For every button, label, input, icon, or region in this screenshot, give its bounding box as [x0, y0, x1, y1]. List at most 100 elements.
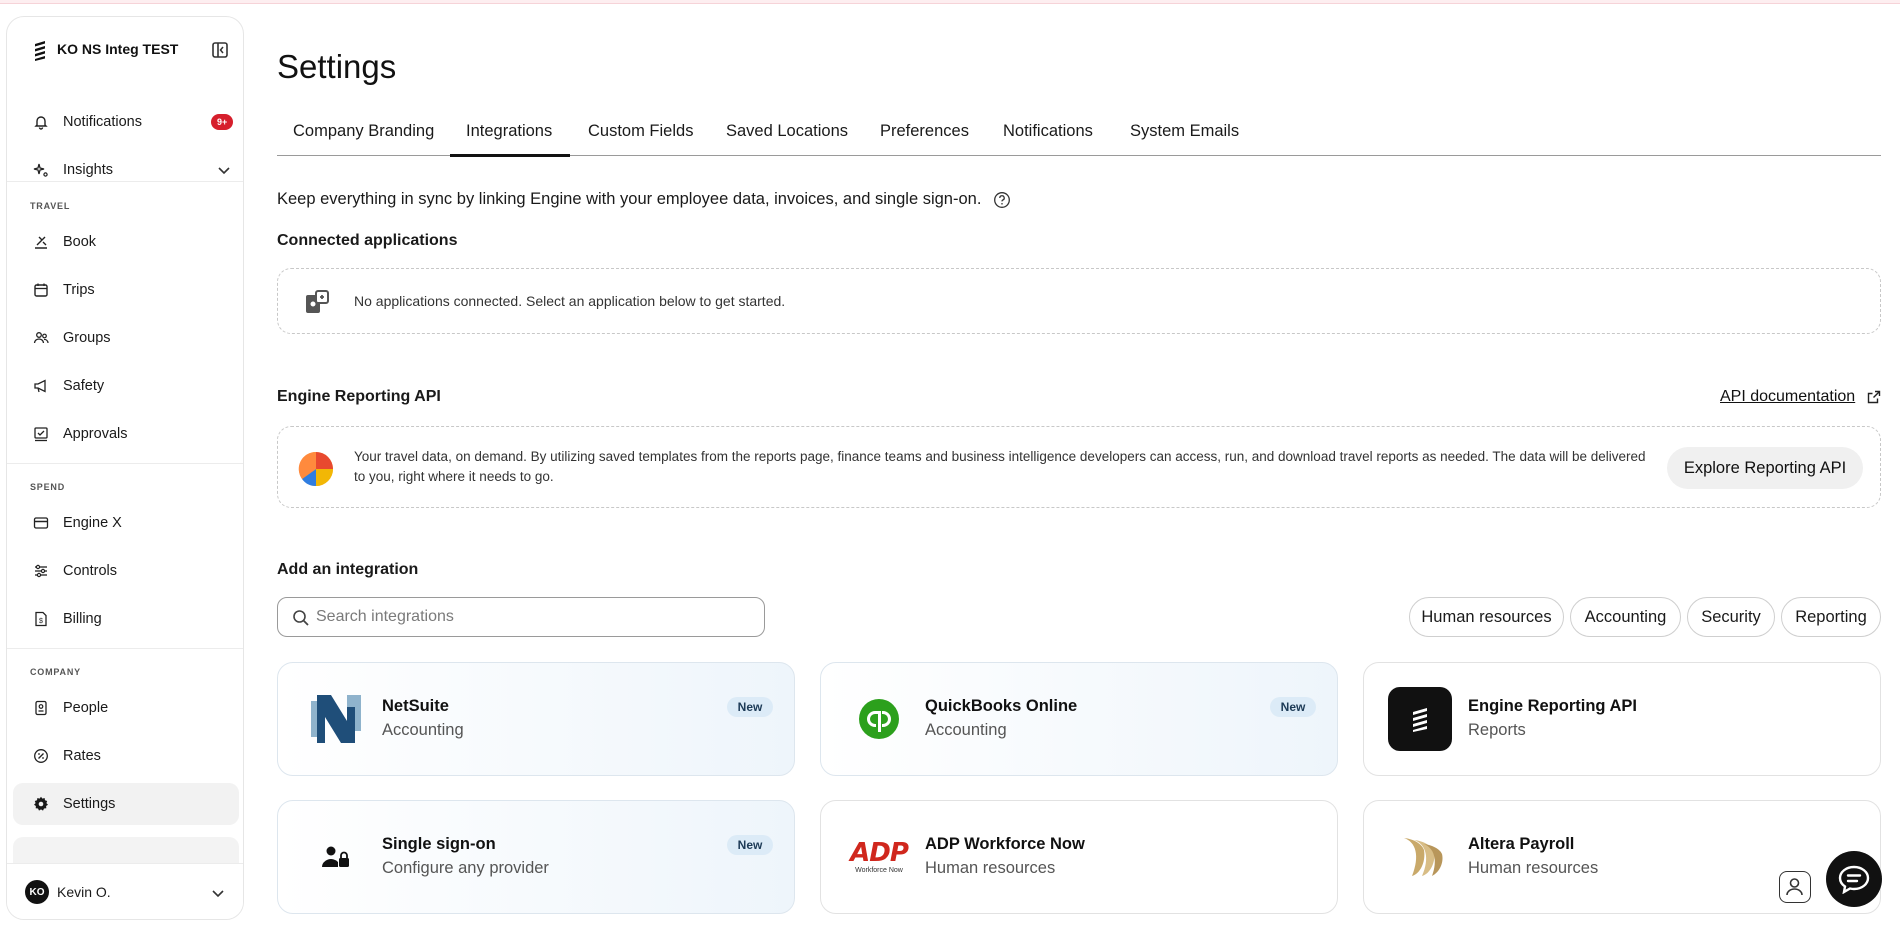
gear-icon — [34, 796, 48, 811]
integration-name: Engine Reporting API — [1468, 697, 1637, 715]
credit-card-icon — [33, 517, 49, 529]
quickbooks-logo — [851, 691, 907, 747]
settings-tabs: Company Branding Integrations Custom Fie… — [277, 110, 1881, 157]
sidebar-item-label: Settings — [63, 796, 116, 812]
sidebar-item-settings[interactable]: Settings — [13, 783, 239, 825]
invoice-icon: $ — [35, 611, 47, 627]
airplane-icon — [35, 236, 47, 249]
notification-count-badge: 9+ — [211, 114, 234, 130]
reporting-api-description: Your travel data, on demand. By utilizin… — [354, 449, 1646, 484]
integration-name: QuickBooks Online — [925, 697, 1078, 715]
filter-reporting[interactable]: Reporting — [1781, 597, 1881, 637]
filter-security[interactable]: Security — [1687, 597, 1775, 637]
integration-card-netsuite[interactable]: NetSuite Accounting New — [277, 662, 795, 776]
sidebar-item-insights[interactable]: Insights — [13, 149, 239, 191]
integration-name: NetSuite — [382, 697, 449, 715]
company-name[interactable]: KO NS Integ TEST — [57, 41, 178, 57]
sidebar-divider — [7, 181, 243, 182]
sidebar-item-label: Trips — [63, 282, 95, 298]
sidebar-item-safety[interactable]: Safety — [13, 365, 239, 407]
adp-logo-subtext: Workforce Now — [855, 866, 903, 874]
user-name: Kevin O. — [57, 884, 111, 900]
svg-text:$: $ — [39, 618, 43, 625]
chevron-down-icon[interactable] — [211, 886, 225, 900]
integration-name: ADP Workforce Now — [925, 835, 1085, 853]
integration-card-quickbooks[interactable]: QuickBooks Online Accounting New — [820, 662, 1338, 776]
tab-custom-fields[interactable]: Custom Fields — [588, 122, 693, 141]
chevron-down-icon[interactable] — [217, 163, 231, 177]
reporting-api-title: Engine Reporting API — [277, 388, 441, 405]
approval-icon — [34, 427, 48, 442]
integration-card-adp-workforce-now[interactable]: ADP Workforce Now ADP Workforce Now Huma… — [820, 800, 1338, 914]
sidebar-header: KO NS Integ TEST — [7, 17, 243, 81]
api-documentation-link[interactable]: API documentation — [1720, 388, 1855, 406]
user-lock-icon — [308, 829, 364, 885]
help-circle-icon[interactable] — [993, 191, 1011, 209]
integration-card-engine-reporting-api[interactable]: Engine Reporting API Reports — [1363, 662, 1881, 776]
filter-accounting[interactable]: Accounting — [1570, 597, 1681, 637]
sidebar-item-engine-x[interactable]: Engine X — [13, 502, 239, 544]
sliders-icon — [35, 564, 47, 578]
user-menu[interactable]: KO Kevin O. — [7, 863, 243, 919]
netsuite-logo — [308, 691, 364, 747]
sidebar-item-notifications[interactable]: Notifications 9+ — [13, 101, 239, 143]
sidebar-item-label: Safety — [63, 378, 105, 394]
sidebar-item-people[interactable]: People — [13, 687, 239, 729]
section-label-spend: SPEND — [30, 482, 66, 492]
chat-support-button[interactable] — [1826, 851, 1882, 907]
integrations-intro: Keep everything in sync by linking Engin… — [277, 190, 982, 208]
megaphone-icon — [34, 379, 46, 393]
tab-preferences[interactable]: Preferences — [880, 122, 969, 141]
sidebar-item-controls[interactable]: Controls — [13, 550, 239, 592]
integration-category: Configure any provider — [382, 859, 549, 877]
sidebar-item-label: Groups — [63, 330, 111, 346]
integration-name: Altera Payroll — [1468, 835, 1575, 853]
explore-reporting-api-button[interactable]: Explore Reporting API — [1667, 447, 1863, 489]
section-label-company: COMPANY — [30, 667, 81, 677]
connected-apps-title: Connected applications — [277, 232, 458, 249]
sparkle-icon — [33, 163, 48, 177]
filter-human-resources[interactable]: Human resources — [1409, 597, 1564, 637]
sidebar-item-label: Controls — [63, 563, 117, 579]
sidebar-item-book[interactable]: Book — [13, 221, 239, 263]
external-link-icon[interactable] — [1867, 390, 1881, 404]
tab-notifications[interactable]: Notifications — [1003, 122, 1093, 141]
collapse-sidebar-icon[interactable] — [211, 41, 229, 59]
sidebar-item-label: Book — [63, 234, 97, 250]
integration-card-single-sign-on[interactable]: Single sign-on Configure any provider Ne… — [277, 800, 795, 914]
section-label-travel: TRAVEL — [30, 201, 71, 211]
active-tab-indicator — [450, 154, 570, 157]
id-badge-icon — [35, 700, 47, 716]
profile-assistant-button[interactable] — [1779, 871, 1811, 903]
search-integrations[interactable] — [277, 597, 765, 637]
sidebar-item-label: People — [63, 700, 109, 716]
sidebar-item-label: Engine X — [63, 515, 122, 531]
sidebar-item-rates[interactable]: Rates — [13, 735, 239, 777]
connected-apps-empty-state: No applications connected. Select an app… — [277, 268, 1881, 334]
main-content: Settings Company Branding Integrations C… — [277, 0, 1881, 928]
sidebar-item-approvals[interactable]: Approvals — [13, 413, 239, 455]
sidebar-item-trips[interactable]: Trips — [13, 269, 239, 311]
new-badge: New — [1270, 697, 1316, 717]
integration-category: Human resources — [925, 859, 1056, 877]
integration-name: Single sign-on — [382, 835, 496, 853]
tab-saved-locations[interactable]: Saved Locations — [726, 122, 848, 141]
engine-logo-icon[interactable] — [29, 39, 51, 61]
puzzle-icon — [306, 290, 329, 313]
integration-category: Human resources — [1468, 859, 1599, 877]
empty-state-text: No applications connected. Select an app… — [354, 293, 786, 309]
altera-logo — [1394, 829, 1450, 885]
search-input[interactable] — [316, 604, 746, 630]
tab-integrations[interactable]: Integrations — [466, 122, 552, 141]
sidebar-item-billing[interactable]: $ Billing — [13, 598, 239, 640]
tab-company-branding[interactable]: Company Branding — [293, 122, 434, 141]
sidebar: KO NS Integ TEST Notifications 9+ Insigh… — [6, 16, 244, 920]
page-title: Settings — [277, 48, 397, 85]
avatar: KO — [25, 880, 49, 904]
user-icon — [1786, 878, 1803, 896]
sidebar-item-label: Billing — [63, 611, 102, 627]
sidebar-item-groups[interactable]: Groups — [13, 317, 239, 359]
new-badge: New — [727, 835, 773, 855]
tab-system-emails[interactable]: System Emails — [1130, 122, 1239, 141]
sidebar-item-label: Rates — [63, 748, 101, 764]
